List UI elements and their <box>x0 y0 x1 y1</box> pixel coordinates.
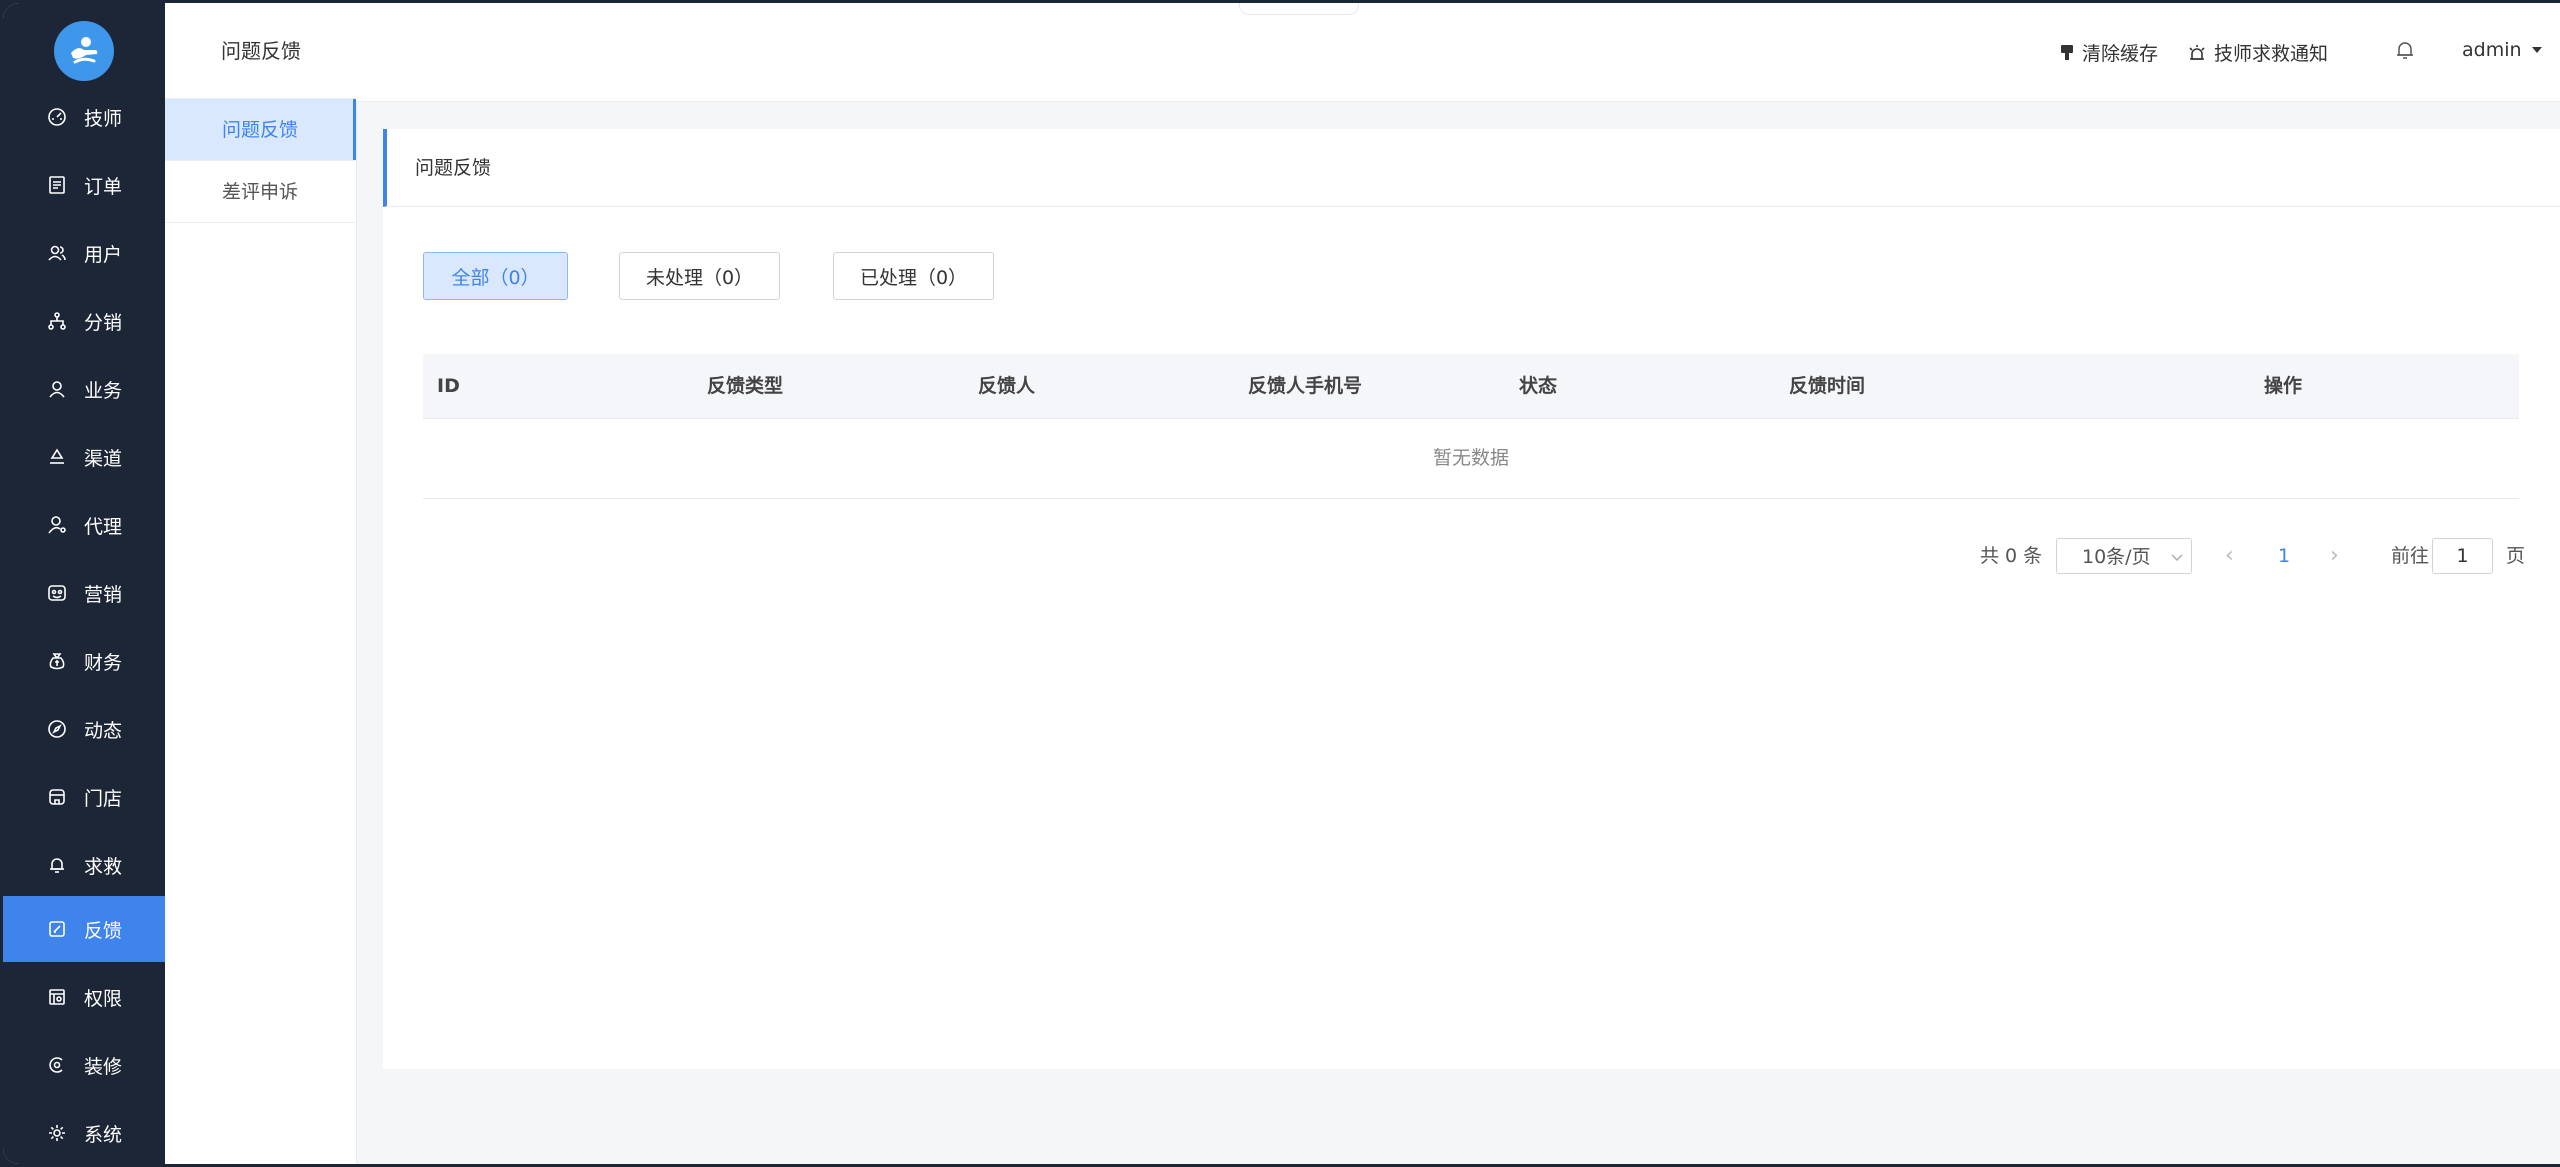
tab-unprocessed[interactable]: 未处理（0） <box>619 252 780 300</box>
document-icon <box>46 174 68 196</box>
sidebar-item-distribution[interactable]: 分销 <box>3 288 165 354</box>
sidebar-item-label: 技师 <box>84 107 123 130</box>
sidebar-item-stores[interactable]: 门店 <box>3 764 165 830</box>
sos-notice-button[interactable]: 技师求救通知 <box>2188 39 2328 66</box>
alarm-icon <box>2189 44 2205 60</box>
notification-bell[interactable] <box>2394 39 2424 61</box>
card-title: 问题反馈 <box>383 129 2560 207</box>
sidebar-item-label: 装修 <box>84 1055 123 1078</box>
money-bag-icon <box>46 650 68 672</box>
sidebar-item-label: 渠道 <box>84 447 123 470</box>
sidebar-item-label: 财务 <box>84 651 123 674</box>
compass-icon <box>46 718 68 740</box>
total-count: 共 0 条 <box>1980 545 2043 567</box>
sidebar-item-decoration[interactable]: 装修 <box>3 1032 165 1098</box>
marketing-icon <box>46 582 68 604</box>
next-page-icon[interactable]: › <box>2330 538 2339 574</box>
column-header-actions: 操作 <box>2264 375 2303 397</box>
subnav-item-feedback[interactable]: 问题反馈 <box>165 99 356 161</box>
sidebar-item-channel[interactable]: 渠道 <box>3 424 165 490</box>
column-header-submitter: 反馈人 <box>978 375 1036 397</box>
sidebar-item-finance[interactable]: 财务 <box>3 628 165 694</box>
table-header: ID 反馈类型 反馈人 反馈人手机号 状态 反馈时间 操作 <box>423 354 2519 419</box>
sidebar-item-label: 反馈 <box>84 919 123 942</box>
column-header-phone: 反馈人手机号 <box>1248 375 1363 397</box>
user-name: admin <box>2462 39 2522 61</box>
goto-prefix: 前往 <box>2391 545 2430 567</box>
page-size-select[interactable]: 10条/页 <box>2056 538 2192 574</box>
sidebar-item-sos[interactable]: 求救 <box>3 832 165 898</box>
sidebar-item-label: 动态 <box>84 719 123 742</box>
feedback-table: ID 反馈类型 反馈人 反馈人手机号 状态 反馈时间 操作 暂无数据 <box>423 354 2519 499</box>
feedback-icon <box>46 918 68 940</box>
sidebar-item-system[interactable]: 系统 <box>3 1100 165 1164</box>
clear-cache-label: 清除缓存 <box>2082 43 2159 65</box>
pagination: 共 0 条 10条/页 ‹ 1 › 前往 页 <box>383 538 2560 574</box>
prev-page-icon[interactable]: ‹ <box>2225 538 2234 574</box>
dashboard-icon <box>46 106 68 128</box>
sidebar-item-marketing[interactable]: 营销 <box>3 560 165 626</box>
sidebar-item-moments[interactable]: 动态 <box>3 696 165 762</box>
sidebar-item-feedback[interactable]: 反馈 <box>3 896 165 962</box>
permission-icon <box>46 986 68 1008</box>
main-sidebar: 技师 订单 用户 分销 业务 渠道 代理 营销 财务 动态 门店 求救 反馈 权… <box>3 3 165 1164</box>
gear-icon <box>46 1122 68 1144</box>
bell-icon <box>2397 42 2413 59</box>
chevron-down-icon <box>2171 554 2183 561</box>
recycle-icon <box>46 446 68 468</box>
sidebar-item-technician[interactable]: 技师 <box>3 84 165 150</box>
user-menu[interactable]: admin <box>2462 39 2551 61</box>
palette-icon <box>46 1054 68 1076</box>
store-icon <box>46 786 68 808</box>
goto-page-input[interactable] <box>2432 538 2493 574</box>
page-number-current[interactable]: 1 <box>2278 538 2290 574</box>
sidebar-item-label: 业务 <box>84 379 123 402</box>
column-header-type: 反馈类型 <box>707 375 784 397</box>
user-icon <box>46 378 68 400</box>
tab-processed[interactable]: 已处理（0） <box>833 252 994 300</box>
empty-state: 暂无数据 <box>423 419 2519 499</box>
page-size-value: 10条/页 <box>2082 546 2151 568</box>
brush-icon <box>2061 44 2073 60</box>
user-settings-icon <box>46 514 68 536</box>
sidebar-item-label: 门店 <box>84 787 123 810</box>
sidebar-item-label: 订单 <box>84 175 123 198</box>
app-window: 技师 订单 用户 分销 业务 渠道 代理 营销 财务 动态 门店 求救 反馈 权… <box>3 3 2560 1164</box>
column-header-status: 状态 <box>1519 375 1558 397</box>
subnav-item-bad-review-appeal[interactable]: 差评申诉 <box>165 161 356 223</box>
sidebar-item-users[interactable]: 用户 <box>3 220 165 286</box>
top-header: 清除缓存 技师求救通知 admin <box>356 3 2560 102</box>
users-icon <box>46 242 68 264</box>
subnav-title: 问题反馈 <box>165 3 356 99</box>
app-logo <box>54 21 114 81</box>
sidebar-item-permissions[interactable]: 权限 <box>3 964 165 1030</box>
sidebar-item-label: 系统 <box>84 1123 123 1146</box>
sidebar-item-label: 营销 <box>84 583 123 606</box>
sidebar-item-business[interactable]: 业务 <box>3 356 165 422</box>
bell-icon <box>46 854 68 876</box>
secondary-sidebar: 问题反馈 问题反馈 差评申诉 <box>165 3 357 1164</box>
sidebar-item-label: 求救 <box>84 855 123 878</box>
hierarchy-icon <box>46 310 68 332</box>
sidebar-item-label: 分销 <box>84 311 123 334</box>
goto-suffix: 页 <box>2506 545 2526 567</box>
sidebar-item-orders[interactable]: 订单 <box>3 152 165 218</box>
content-card: 问题反馈 全部（0） 未处理（0） 已处理（0） ID 反馈类型 反馈人 反馈人… <box>383 129 2560 1069</box>
tab-all[interactable]: 全部（0） <box>423 252 568 300</box>
clear-cache-button[interactable]: 清除缓存 <box>2060 39 2158 66</box>
window-notch <box>1239 3 1359 15</box>
sos-notice-label: 技师求救通知 <box>2214 43 2329 65</box>
sidebar-item-label: 权限 <box>84 987 123 1010</box>
column-header-id: ID <box>437 375 460 397</box>
column-header-time: 反馈时间 <box>1789 375 1866 397</box>
sidebar-item-label: 用户 <box>84 243 123 266</box>
caret-down-icon <box>2531 47 2542 53</box>
sidebar-item-label: 代理 <box>84 515 123 538</box>
sidebar-item-agent[interactable]: 代理 <box>3 492 165 558</box>
